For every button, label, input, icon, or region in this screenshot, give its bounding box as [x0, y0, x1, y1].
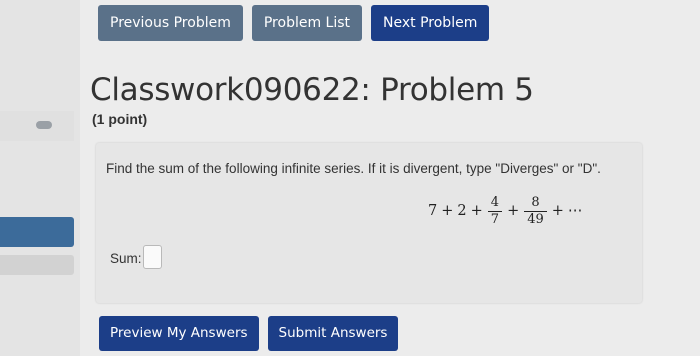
- sum-label: Sum:: [110, 251, 142, 266]
- problem-navigation: Previous Problem Problem List Next Probl…: [98, 5, 490, 41]
- plus-sign: +: [551, 203, 564, 219]
- sidebar-item[interactable]: [0, 255, 74, 275]
- sum-answer-input[interactable]: [143, 245, 162, 269]
- series-fraction: 4 7: [487, 194, 503, 228]
- fraction-numerator: 8: [531, 194, 540, 210]
- preview-answers-button[interactable]: Preview My Answers: [99, 316, 259, 351]
- fraction-denominator: 49: [524, 210, 547, 228]
- plus-sign: +: [507, 203, 520, 219]
- series-expression: 7 + 2 + 4 7 + 8 49 + ⋯: [427, 193, 583, 229]
- previous-problem-button[interactable]: Previous Problem: [98, 5, 243, 41]
- problem-points: (1 point): [92, 111, 148, 127]
- plus-sign: +: [470, 203, 483, 219]
- problem-list-button[interactable]: Problem List: [251, 5, 363, 41]
- plus-sign: +: [441, 203, 454, 219]
- series-fraction: 8 49: [524, 195, 547, 228]
- sidebar-item[interactable]: [0, 111, 74, 141]
- ellipsis: ⋯: [567, 203, 583, 219]
- submit-answers-button[interactable]: Submit Answers: [267, 316, 399, 351]
- page-title: Classwork090622: Problem 5: [90, 72, 534, 108]
- toggle-icon: [36, 121, 52, 129]
- fraction-denominator: 7: [487, 210, 503, 228]
- fraction-numerator: 4: [490, 194, 500, 210]
- left-sidebar: [0, 0, 80, 356]
- answer-actions: Preview My Answers Submit Answers: [99, 316, 399, 351]
- series-term: 7: [428, 203, 438, 219]
- sidebar-item-active[interactable]: [0, 217, 74, 247]
- series-term: 2: [457, 203, 467, 219]
- problem-panel: Find the sum of the following infinite s…: [96, 143, 642, 303]
- next-problem-button[interactable]: Next Problem: [371, 5, 490, 41]
- problem-question: Find the sum of the following infinite s…: [106, 161, 601, 176]
